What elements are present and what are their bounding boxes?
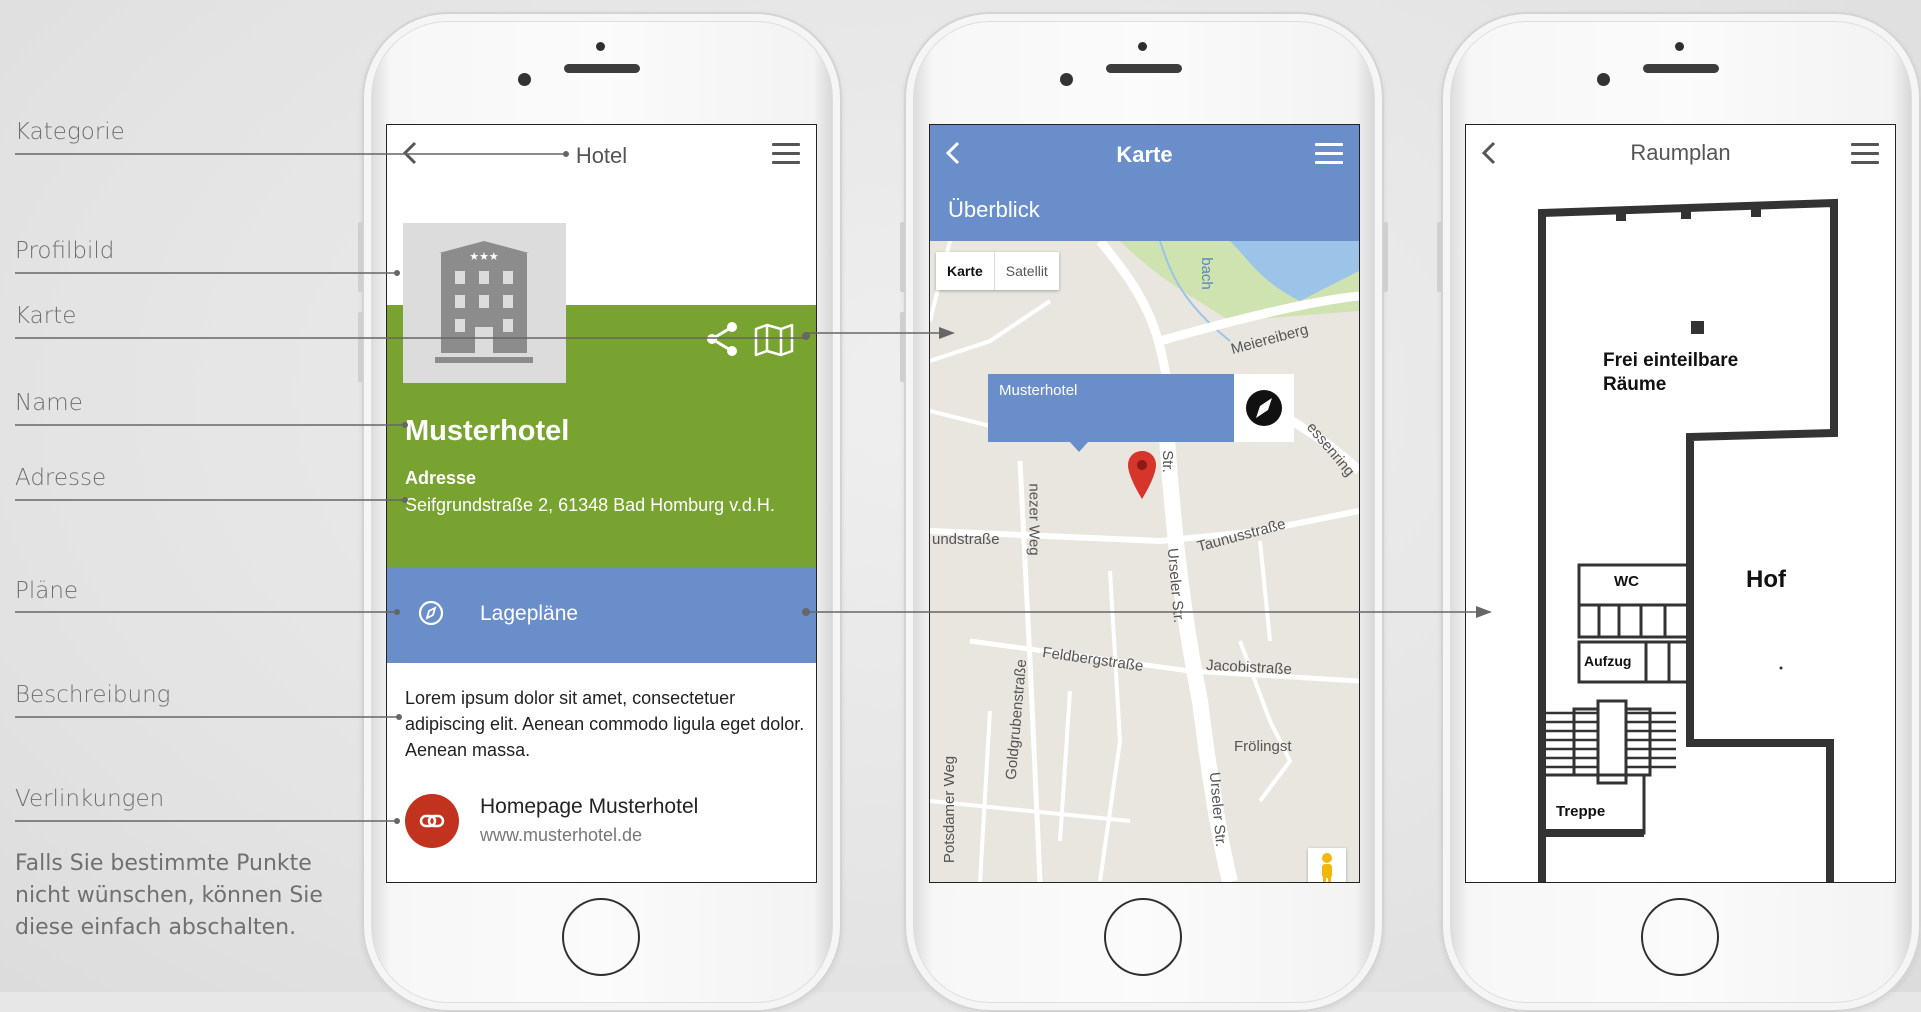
annotation-lines (15, 151, 1492, 824)
